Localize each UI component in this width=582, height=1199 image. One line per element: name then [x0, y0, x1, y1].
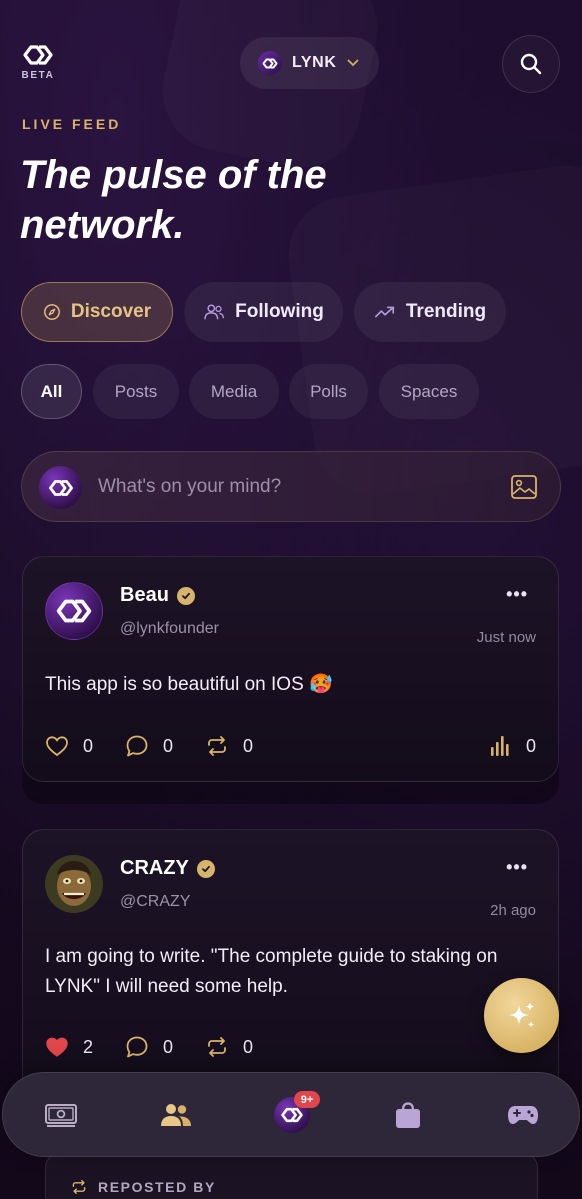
nav-community[interactable]: [156, 1095, 196, 1135]
network-label: LYNK: [292, 54, 337, 71]
author-handle[interactable]: @lynkfounder: [120, 620, 219, 638]
like-button[interactable]: 2: [45, 1036, 93, 1058]
notification-badge: 9+: [294, 1091, 320, 1108]
people-icon: [161, 1104, 191, 1126]
post-card[interactable]: Beau @lynkfounder ••• Just now This app …: [22, 556, 559, 782]
bottom-navigation: 9+: [2, 1072, 580, 1157]
avatar[interactable]: [45, 582, 103, 640]
nav-shop[interactable]: [388, 1095, 428, 1135]
repost-label: REPOSTED BY: [98, 1179, 216, 1195]
post-actions: 0 0 0 0: [45, 731, 536, 761]
tab-following[interactable]: Following: [184, 282, 343, 342]
search-button[interactable]: [502, 35, 560, 93]
verified-icon: [196, 859, 215, 878]
section-eyebrow: LIVE FEED: [22, 116, 122, 132]
image-upload-icon[interactable]: [510, 474, 538, 500]
verified-icon: [176, 586, 195, 605]
compass-icon: [43, 304, 60, 320]
repost-icon: [208, 736, 226, 756]
like-count: 2: [83, 1036, 94, 1057]
author-handle[interactable]: @CRAZY: [120, 893, 190, 911]
lynk-logo-icon: [48, 479, 73, 496]
repost-icon: [72, 1180, 86, 1194]
tab-label: Following: [235, 301, 324, 322]
chevron-down-icon: [347, 59, 358, 67]
more-options-icon[interactable]: •••: [506, 857, 528, 878]
lynk-logo-icon: [23, 45, 53, 65]
people-icon: [204, 304, 225, 320]
filter-polls[interactable]: Polls: [289, 364, 368, 419]
repost-count: 0: [243, 1036, 254, 1057]
comment-count: 0: [163, 735, 174, 756]
views-count: 0: [525, 735, 536, 756]
heart-filled-icon: [46, 1037, 68, 1057]
trending-up-icon: [374, 306, 394, 318]
repost-count: 0: [243, 735, 254, 756]
network-logo-icon: [258, 51, 282, 75]
comment-button[interactable]: 0: [125, 734, 173, 758]
tab-label: Discover: [70, 301, 152, 322]
avatar: [39, 466, 82, 509]
nav-notifications[interactable]: 9+: [272, 1091, 320, 1135]
filter-posts[interactable]: Posts: [93, 364, 179, 419]
nav-games[interactable]: [503, 1095, 543, 1135]
author-name-text: CRAZY: [120, 857, 189, 879]
post-timestamp: Just now: [476, 629, 536, 646]
sparkles-icon: [508, 1001, 534, 1028]
author-name[interactable]: CRAZY: [120, 857, 215, 880]
heart-icon: [46, 736, 68, 757]
repost-button[interactable]: 0: [205, 736, 253, 757]
comment-icon: [126, 735, 148, 757]
post-timestamp: 2h ago: [490, 902, 536, 919]
repost-header: REPOSTED BY: [70, 1179, 216, 1195]
lynk-logo-icon: [56, 599, 92, 623]
author-name-text: Beau: [120, 584, 169, 606]
repost-button[interactable]: 0: [205, 1037, 253, 1058]
views-stat[interactable]: 0: [490, 734, 536, 758]
repost-card[interactable]: REPOSTED BY: [45, 1152, 538, 1199]
comment-icon: [126, 1036, 148, 1058]
top-bar: BETA LYNK: [0, 0, 582, 100]
nav-wallet[interactable]: [41, 1095, 81, 1135]
comment-button[interactable]: 0: [125, 1035, 173, 1059]
network-switcher[interactable]: LYNK: [240, 37, 379, 89]
tab-trending[interactable]: Trending: [354, 282, 506, 342]
create-post-button[interactable]: [484, 978, 559, 1053]
zombie-avatar-icon: [45, 855, 103, 913]
like-button[interactable]: 0: [45, 735, 93, 757]
post-text: I am going to write. "The complete guide…: [45, 946, 498, 997]
shopping-bag-icon: [396, 1102, 420, 1128]
page-title: The pulse of the network.: [20, 153, 327, 247]
avatar[interactable]: [45, 855, 103, 913]
filter-spaces[interactable]: Spaces: [379, 364, 479, 419]
author-name[interactable]: Beau: [120, 584, 195, 607]
filter-all[interactable]: All: [21, 364, 82, 419]
views-chart-icon: [490, 736, 509, 756]
gamepad-icon: [508, 1106, 538, 1124]
comment-count: 0: [163, 1036, 174, 1057]
post-actions: 2 0 0: [45, 1032, 536, 1062]
tab-discover[interactable]: Discover: [21, 282, 173, 342]
repost-icon: [208, 1037, 226, 1057]
more-options-icon[interactable]: •••: [506, 584, 528, 605]
composer-input[interactable]: What's on your mind?: [98, 476, 281, 498]
app-logo[interactable]: BETA: [20, 44, 56, 81]
post-text: This app is so beautiful on IOS 🥵: [45, 674, 333, 695]
search-icon: [520, 53, 542, 75]
like-count: 0: [83, 735, 94, 756]
post-composer[interactable]: What's on your mind?: [21, 451, 561, 522]
beta-label: BETA: [21, 70, 55, 81]
filter-media[interactable]: Media: [189, 364, 279, 419]
money-icon: [45, 1104, 77, 1127]
tab-label: Trending: [405, 301, 487, 322]
